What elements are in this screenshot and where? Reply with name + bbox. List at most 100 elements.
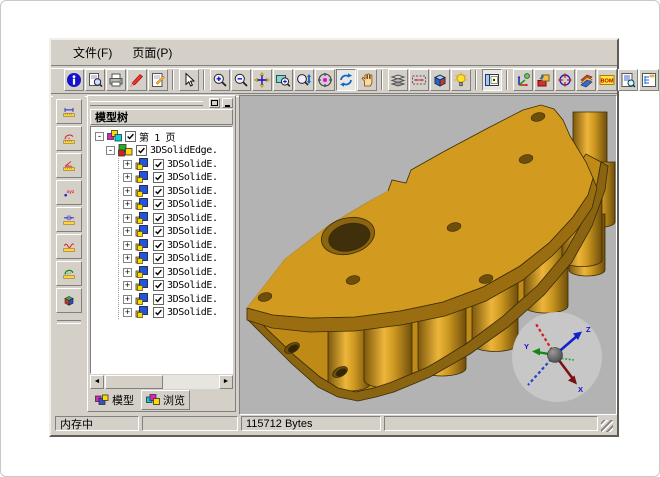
pan-hand-button[interactable]	[357, 69, 377, 91]
structure-tree-button[interactable]	[639, 69, 659, 91]
zoom-in-button[interactable]	[210, 69, 230, 91]
expand-icon[interactable]: +	[123, 160, 132, 169]
move-part-button[interactable]	[534, 69, 554, 91]
zoom-out-button[interactable]	[231, 69, 251, 91]
tree-item-row[interactable]: +3DSolidE.	[123, 185, 232, 198]
viewport-3d[interactable]: Z X Y	[239, 95, 617, 415]
visibility-checkbox[interactable]	[153, 294, 164, 305]
info-button[interactable]	[64, 69, 84, 91]
report-button[interactable]	[618, 69, 638, 91]
solid-node-icon	[135, 239, 150, 252]
tree-item-row[interactable]: +3DSolidE.	[123, 158, 232, 171]
tree-item-label: 3DSolidE.	[167, 172, 218, 183]
tree-item-row[interactable]: +3DSolidE.	[123, 225, 232, 238]
markup-button[interactable]	[148, 69, 168, 91]
bom-button[interactable]: BOM	[597, 69, 617, 91]
visibility-checkbox[interactable]	[153, 253, 164, 264]
scroll-right-button[interactable]: ►	[219, 375, 233, 389]
measure-distance-icon	[63, 210, 75, 229]
tree-item-row[interactable]: +3DSolidE.	[123, 266, 232, 279]
scroll-left-button[interactable]: ◄	[90, 375, 104, 389]
visibility-checkbox[interactable]	[153, 172, 164, 183]
measure-arc-button[interactable]	[56, 261, 82, 286]
rotate-target-button[interactable]	[315, 69, 335, 91]
expand-icon[interactable]: +	[123, 295, 132, 304]
visibility-checkbox[interactable]	[153, 213, 164, 224]
tree-item-row[interactable]: +3DSolidE.	[123, 279, 232, 292]
measure-radius-button[interactable]	[56, 126, 82, 151]
eraser-button[interactable]	[576, 69, 596, 91]
panel-grip[interactable]	[88, 96, 235, 109]
rotate-icon	[338, 72, 354, 88]
measure-coordinate-button[interactable]: xyz	[56, 180, 82, 205]
measure-curve-button[interactable]	[56, 234, 82, 259]
tree-item-row[interactable]: +3DSolidE.	[123, 239, 232, 252]
menu-file[interactable]: 文件(F)	[65, 42, 120, 63]
tab-browse[interactable]: 浏览	[141, 390, 190, 410]
collapse-icon[interactable]: -	[95, 132, 104, 141]
tree-item-row[interactable]: +3DSolidE.	[123, 212, 232, 225]
pmi-button[interactable]	[409, 69, 429, 91]
select-button[interactable]	[179, 69, 199, 91]
visibility-checkbox[interactable]	[153, 159, 164, 170]
visibility-checkbox[interactable]	[153, 240, 164, 251]
view-cube-button[interactable]	[56, 288, 82, 313]
expand-icon[interactable]: +	[123, 241, 132, 250]
explode-button[interactable]	[555, 69, 575, 91]
expand-icon[interactable]: +	[123, 200, 132, 209]
visibility-checkbox[interactable]	[153, 226, 164, 237]
tree-h-scrollbar[interactable]: ◄ ►	[90, 375, 233, 389]
expand-icon[interactable]: +	[123, 214, 132, 223]
tree-root-row[interactable]: - 第 1 页	[95, 130, 232, 143]
rotate-button[interactable]	[336, 69, 356, 91]
tree-item-row[interactable]: +3DSolidE.	[123, 171, 232, 184]
expand-icon[interactable]: +	[123, 281, 132, 290]
zoom-dynamic-button[interactable]	[294, 69, 314, 91]
layers-button[interactable]	[388, 69, 408, 91]
tree-item-row[interactable]: +3DSolidE.	[123, 198, 232, 211]
scroll-track[interactable]	[163, 375, 219, 389]
measure-length-button[interactable]	[56, 99, 82, 124]
visibility-checkbox[interactable]	[153, 280, 164, 291]
measure-distance-button[interactable]	[56, 207, 82, 232]
pan-axes-button[interactable]	[252, 69, 272, 91]
solid-node-icon	[135, 252, 150, 265]
menu-page[interactable]: 页面(P)	[124, 42, 180, 63]
views-cube-icon	[432, 72, 448, 88]
visibility-checkbox[interactable]	[153, 186, 164, 197]
measure-angle-button[interactable]	[56, 153, 82, 178]
visibility-checkbox[interactable]	[153, 267, 164, 278]
visibility-checkbox[interactable]	[153, 199, 164, 210]
grip-handle[interactable]	[90, 101, 203, 106]
expand-icon[interactable]: +	[123, 308, 132, 317]
views-cube-button[interactable]	[430, 69, 450, 91]
tree-assembly-row[interactable]: - 3DSolidEdge.	[106, 144, 232, 157]
panel-float-button[interactable]	[209, 98, 220, 108]
panel-toggle-button[interactable]	[482, 69, 502, 91]
visibility-checkbox[interactable]	[136, 145, 147, 156]
scroll-thumb[interactable]	[105, 375, 163, 389]
tree-item-row[interactable]: +3DSolidE.	[123, 293, 232, 306]
print-button[interactable]	[106, 69, 126, 91]
panel-hide-button[interactable]	[222, 98, 233, 108]
tab-model[interactable]: 模型	[91, 391, 138, 409]
zoom-window-button[interactable]	[273, 69, 293, 91]
light-button[interactable]	[451, 69, 471, 91]
expand-icon[interactable]: +	[123, 254, 132, 263]
expand-icon[interactable]: +	[123, 227, 132, 236]
visibility-checkbox[interactable]	[125, 131, 136, 142]
measure-curve-icon	[63, 237, 75, 256]
visibility-checkbox[interactable]	[153, 307, 164, 318]
assembly-axes-button[interactable]	[513, 69, 533, 91]
collapse-icon[interactable]: -	[106, 146, 115, 155]
axis-triad[interactable]: Z X Y	[512, 312, 602, 402]
print-preview-button[interactable]	[85, 69, 105, 91]
tree-item-row[interactable]: +3DSolidE.	[123, 252, 232, 265]
expand-icon[interactable]: +	[123, 173, 132, 182]
tree-item-row[interactable]: +3DSolidE.	[123, 306, 232, 319]
tab-browse-label: 浏览	[163, 392, 185, 408]
expand-icon[interactable]: +	[123, 187, 132, 196]
redline-button[interactable]	[127, 69, 147, 91]
resize-grip[interactable]	[601, 420, 613, 432]
expand-icon[interactable]: +	[123, 268, 132, 277]
